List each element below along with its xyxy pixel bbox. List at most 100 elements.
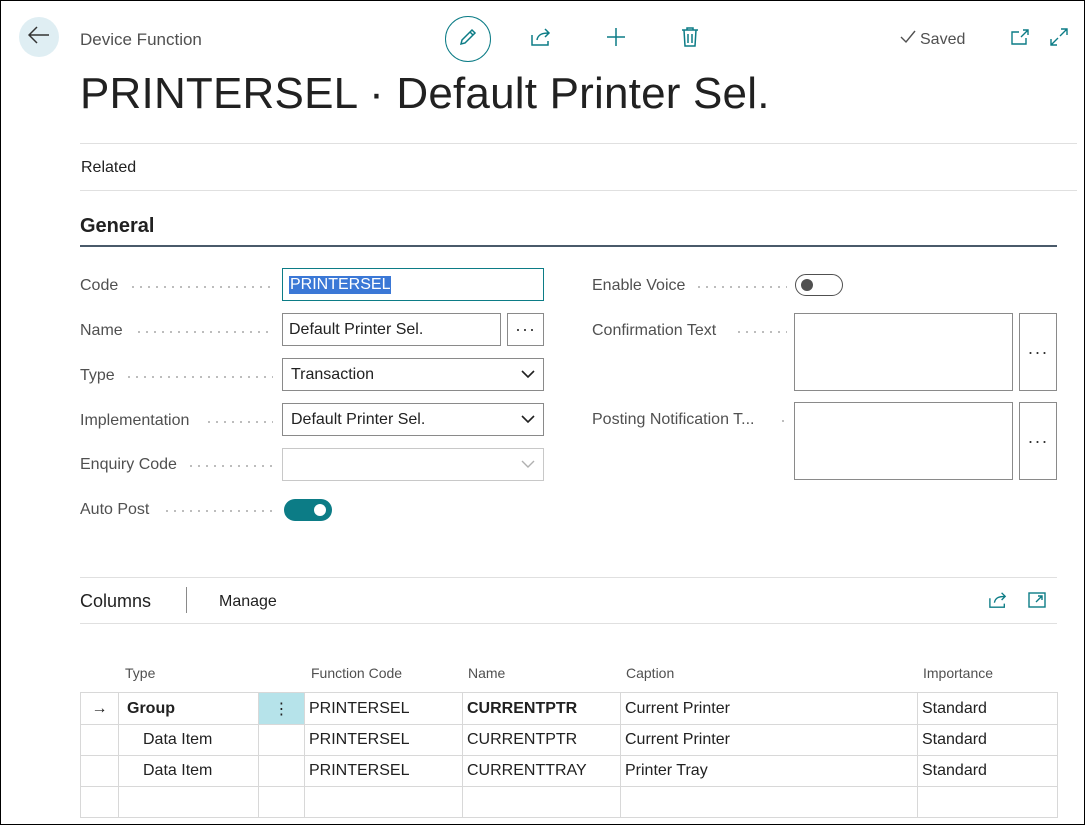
chevron-down-icon bbox=[521, 411, 535, 429]
cell-caption[interactable] bbox=[620, 786, 918, 818]
cell-name[interactable]: CURRENTPTR bbox=[462, 724, 621, 756]
cell-type[interactable]: Data Item bbox=[118, 724, 259, 756]
columns-share-button[interactable] bbox=[986, 590, 1010, 614]
confirmation-text-label: Confirmation Text bbox=[592, 322, 717, 339]
implementation-value: Default Printer Sel. bbox=[291, 410, 426, 428]
table-row[interactable]: → Group ⋮ PRINTERSEL CURRENTPTR Current … bbox=[80, 692, 1058, 725]
edit-button[interactable] bbox=[445, 16, 491, 62]
arrow-left-icon bbox=[27, 25, 50, 49]
back-button[interactable] bbox=[19, 17, 59, 57]
columns-part-title[interactable]: Columns bbox=[80, 591, 151, 612]
expand-button[interactable] bbox=[1047, 27, 1071, 51]
open-in-new-icon bbox=[1010, 28, 1030, 51]
table-row-new[interactable] bbox=[80, 786, 1058, 818]
related-menu[interactable]: Related bbox=[81, 159, 136, 177]
share-icon bbox=[530, 27, 552, 52]
columns-table: → Group ⋮ PRINTERSEL CURRENTPTR Current … bbox=[80, 692, 1058, 818]
open-new-window-button[interactable] bbox=[1008, 27, 1032, 51]
cell-type[interactable] bbox=[118, 786, 259, 818]
cell-type[interactable]: Data Item bbox=[118, 755, 259, 787]
page-title: PRINTERSEL · Default Printer Sel. bbox=[80, 69, 770, 118]
delete-button[interactable] bbox=[678, 26, 702, 53]
checkmark-icon bbox=[900, 30, 916, 49]
leader-dots bbox=[125, 376, 273, 378]
share-icon bbox=[988, 591, 1008, 614]
section-title-general[interactable]: General bbox=[80, 215, 154, 238]
code-field[interactable]: PRINTERSEL bbox=[282, 268, 544, 301]
cell-importance[interactable]: Standard bbox=[917, 755, 1058, 787]
confirmation-text-field[interactable] bbox=[794, 313, 1013, 391]
columns-open-button[interactable] bbox=[1025, 590, 1049, 614]
divider bbox=[80, 143, 1077, 144]
name-value: Default Printer Sel. bbox=[289, 320, 424, 338]
manage-menu[interactable]: Manage bbox=[219, 593, 277, 611]
column-header-type[interactable]: Type bbox=[125, 665, 155, 681]
column-header-caption[interactable]: Caption bbox=[626, 665, 674, 681]
row-menu-button[interactable]: ⋮ bbox=[258, 692, 305, 725]
cell-function-code[interactable] bbox=[304, 786, 463, 818]
type-value: Transaction bbox=[291, 365, 374, 383]
row-indicator bbox=[80, 755, 119, 787]
cell-name[interactable]: CURRENTTRAY bbox=[462, 755, 621, 787]
leader-dots bbox=[135, 331, 273, 333]
name-label: Name bbox=[80, 322, 123, 339]
divider bbox=[80, 577, 1057, 578]
divider bbox=[80, 190, 1077, 191]
posting-notification-label: Posting Notification T... bbox=[592, 411, 755, 428]
plus-icon bbox=[605, 26, 627, 53]
cell-name[interactable] bbox=[462, 786, 621, 818]
leader-dots bbox=[695, 286, 787, 288]
share-button[interactable] bbox=[529, 27, 553, 51]
implementation-dropdown[interactable]: Default Printer Sel. bbox=[282, 403, 544, 436]
cell-name[interactable]: CURRENTPTR bbox=[462, 692, 621, 725]
trash-icon bbox=[681, 26, 699, 53]
cell-importance[interactable]: Standard bbox=[917, 692, 1058, 725]
name-field[interactable]: Default Printer Sel. bbox=[282, 313, 501, 346]
leader-dots bbox=[205, 421, 273, 423]
name-assist-button[interactable]: ··· bbox=[507, 313, 544, 346]
cell-caption[interactable]: Current Printer bbox=[620, 724, 918, 756]
toolbar-separator bbox=[186, 587, 187, 613]
column-header-function-code[interactable]: Function Code bbox=[311, 665, 402, 681]
leader-dots bbox=[129, 286, 273, 288]
enquiry-code-dropdown bbox=[282, 448, 544, 481]
cell-caption[interactable]: Printer Tray bbox=[620, 755, 918, 787]
saved-label: Saved bbox=[920, 30, 966, 48]
section-underline bbox=[80, 245, 1057, 247]
table-row[interactable]: Data Item PRINTERSEL CURRENTTRAY Printer… bbox=[80, 755, 1058, 787]
cell-type[interactable]: Group bbox=[118, 692, 259, 725]
breadcrumb: Device Function bbox=[80, 30, 202, 49]
row-menu-cell bbox=[258, 786, 305, 818]
auto-post-label: Auto Post bbox=[80, 501, 150, 518]
column-header-importance[interactable]: Importance bbox=[923, 665, 993, 681]
new-button[interactable] bbox=[604, 27, 628, 51]
leader-dots bbox=[163, 510, 273, 512]
posting-notification-field[interactable] bbox=[794, 402, 1013, 480]
chevron-down-icon bbox=[521, 366, 535, 384]
cell-function-code[interactable]: PRINTERSEL bbox=[304, 692, 463, 725]
cell-caption[interactable]: Current Printer bbox=[620, 692, 918, 725]
enable-voice-label: Enable Voice bbox=[592, 277, 686, 294]
code-value: PRINTERSEL bbox=[289, 275, 392, 294]
confirmation-text-assist-button[interactable]: ··· bbox=[1019, 313, 1057, 391]
auto-post-toggle[interactable] bbox=[284, 499, 332, 521]
type-label: Type bbox=[80, 367, 115, 384]
posting-notification-assist-button[interactable]: ··· bbox=[1019, 402, 1057, 480]
type-dropdown[interactable]: Transaction bbox=[282, 358, 544, 391]
pencil-icon bbox=[458, 27, 478, 52]
cell-importance[interactable] bbox=[917, 786, 1058, 818]
row-menu-cell bbox=[258, 755, 305, 787]
implementation-label: Implementation bbox=[80, 412, 190, 429]
cell-importance[interactable]: Standard bbox=[917, 724, 1058, 756]
table-row[interactable]: Data Item PRINTERSEL CURRENTPTR Current … bbox=[80, 724, 1058, 756]
column-header-name[interactable]: Name bbox=[468, 665, 505, 681]
cell-function-code[interactable]: PRINTERSEL bbox=[304, 724, 463, 756]
row-indicator bbox=[80, 786, 119, 818]
row-indicator-arrow-icon: → bbox=[80, 692, 119, 725]
leader-dots bbox=[779, 420, 787, 422]
save-status: Saved bbox=[900, 30, 965, 49]
divider bbox=[80, 623, 1057, 624]
toggle-knob bbox=[314, 504, 326, 516]
enable-voice-toggle[interactable] bbox=[795, 274, 843, 296]
cell-function-code[interactable]: PRINTERSEL bbox=[304, 755, 463, 787]
